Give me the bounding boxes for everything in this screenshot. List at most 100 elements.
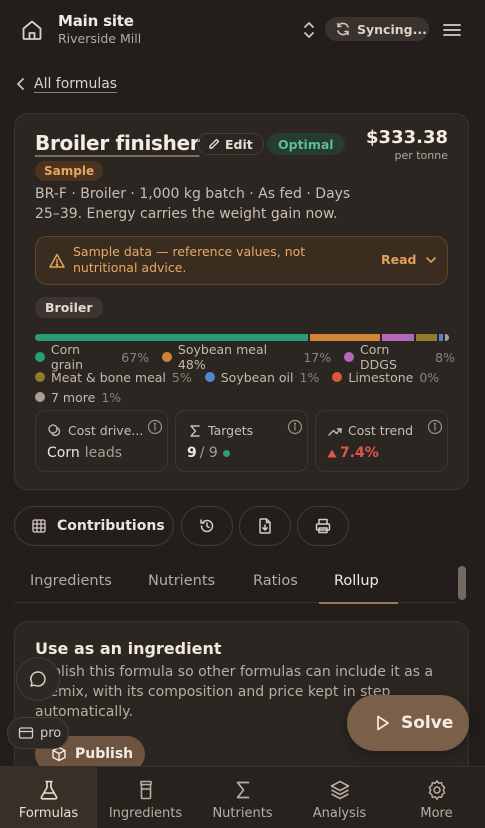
legend-name: Corn DDGS xyxy=(360,342,397,372)
price-per-tonne: $333.38 xyxy=(366,127,448,148)
export-button[interactable] xyxy=(239,506,291,546)
legend-item: Corn DDGS 8% xyxy=(344,342,455,372)
composition-segment xyxy=(310,334,380,341)
legend-name: Meat & bone meal xyxy=(51,369,166,385)
solve-button[interactable]: Solve xyxy=(347,695,469,751)
site-switcher-icon[interactable] xyxy=(300,20,318,40)
nav-label: Nutrients xyxy=(212,806,273,821)
card-icon xyxy=(18,727,34,739)
legend-item-more[interactable]: 7 more 1% xyxy=(35,390,121,405)
tab-ratios[interactable]: Ratios xyxy=(253,573,298,589)
site-subtitle: Riverside Mill xyxy=(58,31,142,46)
history-button[interactable] xyxy=(181,506,233,546)
composition-segment xyxy=(416,334,437,341)
scrollbar-thumb[interactable] xyxy=(458,566,466,600)
legend-dot xyxy=(162,352,172,362)
chat-bubble-icon xyxy=(30,671,46,687)
composition-segment xyxy=(35,334,309,341)
legend-item: Meat & bone meal 5% xyxy=(35,370,192,385)
species-chip[interactable]: Broiler xyxy=(35,297,103,318)
triangle-up-icon xyxy=(327,449,337,457)
gear-icon xyxy=(428,780,445,800)
targets-total: / 9 xyxy=(199,445,218,461)
nav-more[interactable]: More xyxy=(388,767,485,828)
chevron-down-icon xyxy=(425,256,436,263)
bottom-navigation: Formulas Ingredients Nutrients Analysis … xyxy=(0,766,485,828)
composition-segment xyxy=(444,334,449,341)
legend-item: Limestone 0% xyxy=(332,370,439,385)
price-unit: per tonne xyxy=(394,149,448,162)
legend-dot xyxy=(35,392,45,402)
history-icon xyxy=(200,519,214,533)
status-badge: Optimal xyxy=(267,133,345,155)
cost-driver-suffix: leads xyxy=(84,445,122,461)
back-to-formulas-link[interactable]: All formulas xyxy=(16,76,117,92)
pro-label: pro xyxy=(40,725,62,741)
legend-pct: 0% xyxy=(419,369,440,385)
legend-name: 7 more xyxy=(51,389,96,405)
sigma-icon xyxy=(187,423,203,439)
info-icon[interactable] xyxy=(287,419,303,435)
legend-dot xyxy=(332,372,343,382)
contributions-button[interactable]: Contributions xyxy=(14,506,174,546)
legend-item: Soybean meal 48% 17% xyxy=(162,342,331,372)
legend-dot xyxy=(35,352,45,362)
tab-nutrients[interactable]: Nutrients xyxy=(148,573,215,589)
tab-ingredients[interactable]: Ingredients xyxy=(30,573,112,589)
warning-icon xyxy=(48,252,66,270)
file-download-icon xyxy=(259,518,271,534)
targets-met: 9 xyxy=(187,445,197,461)
sync-status-pill[interactable]: Syncing... xyxy=(325,17,429,41)
publish-label: Publish xyxy=(75,746,134,762)
chat-button[interactable] xyxy=(16,657,60,701)
sample-data-notice: Sample data — reference values, not nutr… xyxy=(35,236,448,285)
pro-plan-pill[interactable]: pro xyxy=(7,717,69,749)
jar-icon xyxy=(139,780,152,800)
nav-label: More xyxy=(420,806,453,821)
sigma-icon xyxy=(236,781,249,799)
edit-button-label: Edit xyxy=(225,136,253,152)
legend-pct: 1% xyxy=(299,369,320,385)
active-tab-indicator xyxy=(319,602,398,604)
app-header: Main site Riverside Mill Syncing... xyxy=(0,0,485,58)
hamburger-menu-icon[interactable] xyxy=(441,19,463,41)
targets-ok-dot xyxy=(222,449,230,457)
formula-tabs: Ingredients Nutrients Ratios Rollup xyxy=(14,563,455,604)
flask-icon xyxy=(40,780,57,800)
legend-pct: 67% xyxy=(121,349,150,365)
legend-dot xyxy=(35,372,45,382)
back-link-label: All formulas xyxy=(34,76,118,92)
tab-rollup[interactable]: Rollup xyxy=(334,573,379,589)
nav-label: Analysis xyxy=(312,806,367,821)
sync-status-text: Syncing... xyxy=(357,21,427,37)
nav-analysis[interactable]: Analysis xyxy=(291,767,388,828)
targets-label: Targets xyxy=(208,423,254,438)
legend-name: Soybean meal 48% xyxy=(177,342,268,372)
legend-name: Corn grain xyxy=(50,342,83,372)
cost-driver-card[interactable]: Cost drive... Corn leads xyxy=(35,410,168,472)
card-title: Use as an ingredient xyxy=(35,639,222,658)
cost-trend-card[interactable]: Cost trend 7.4% xyxy=(315,410,448,472)
sample-badge: Sample xyxy=(35,161,104,181)
home-icon[interactable] xyxy=(20,18,44,42)
site-title[interactable]: Main site xyxy=(58,12,134,30)
edit-button[interactable]: Edit xyxy=(197,133,264,155)
formula-summary-card: Broiler finisher Edit Optimal $333.38 pe… xyxy=(14,113,469,490)
legend-dot xyxy=(204,372,215,382)
nav-label: Formulas xyxy=(18,806,79,821)
nav-formulas[interactable]: Formulas xyxy=(0,767,97,828)
nav-nutrients[interactable]: Nutrients xyxy=(194,767,291,828)
info-icon[interactable] xyxy=(147,419,163,435)
composition-segment xyxy=(438,334,443,341)
trend-up-icon xyxy=(327,423,343,439)
notice-read-toggle[interactable]: Read xyxy=(381,252,437,267)
composition-bar xyxy=(35,334,449,341)
notice-text: Sample data — reference values, not nutr… xyxy=(73,244,306,275)
legend-dot xyxy=(344,352,355,362)
targets-card[interactable]: Targets 9/ 9 xyxy=(175,410,308,472)
info-icon[interactable] xyxy=(427,419,443,435)
tabs-scrollbar[interactable] xyxy=(455,564,469,604)
print-button[interactable] xyxy=(297,506,349,546)
formula-title[interactable]: Broiler finisher xyxy=(35,131,200,155)
nav-ingredients[interactable]: Ingredients xyxy=(97,767,194,828)
